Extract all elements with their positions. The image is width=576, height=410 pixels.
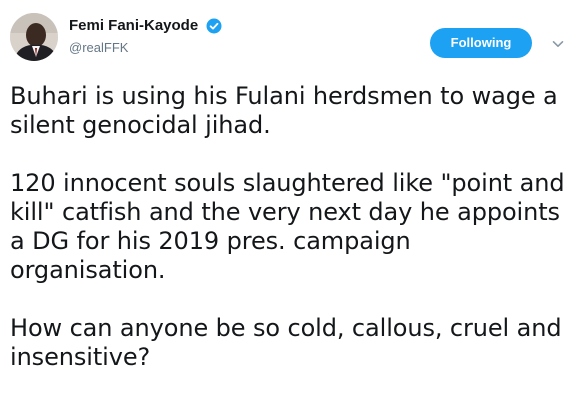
tweet-paragraph: 120 innocent souls slaughtered like "poi… (10, 169, 565, 284)
tweet-paragraph: Buhari is using his Fulani herdsmen to w… (10, 82, 558, 139)
following-button[interactable]: Following (430, 28, 532, 58)
author-info: Femi Fani-Kayode @realFFK (69, 16, 222, 57)
author-handle[interactable]: @realFFK (69, 39, 222, 57)
tweet-card: Femi Fani-Kayode @realFFK Following Buha… (0, 0, 576, 410)
chevron-down-icon[interactable] (552, 37, 564, 49)
tweet-paragraph: How can anyone be so cold, callous, crue… (10, 314, 562, 371)
avatar[interactable] (10, 13, 58, 61)
verified-badge-icon (206, 18, 222, 34)
tweet-text: Buhari is using his Fulani herdsmen to w… (10, 82, 570, 372)
profile-photo-icon (10, 13, 58, 61)
author-name[interactable]: Femi Fani-Kayode (69, 16, 198, 36)
